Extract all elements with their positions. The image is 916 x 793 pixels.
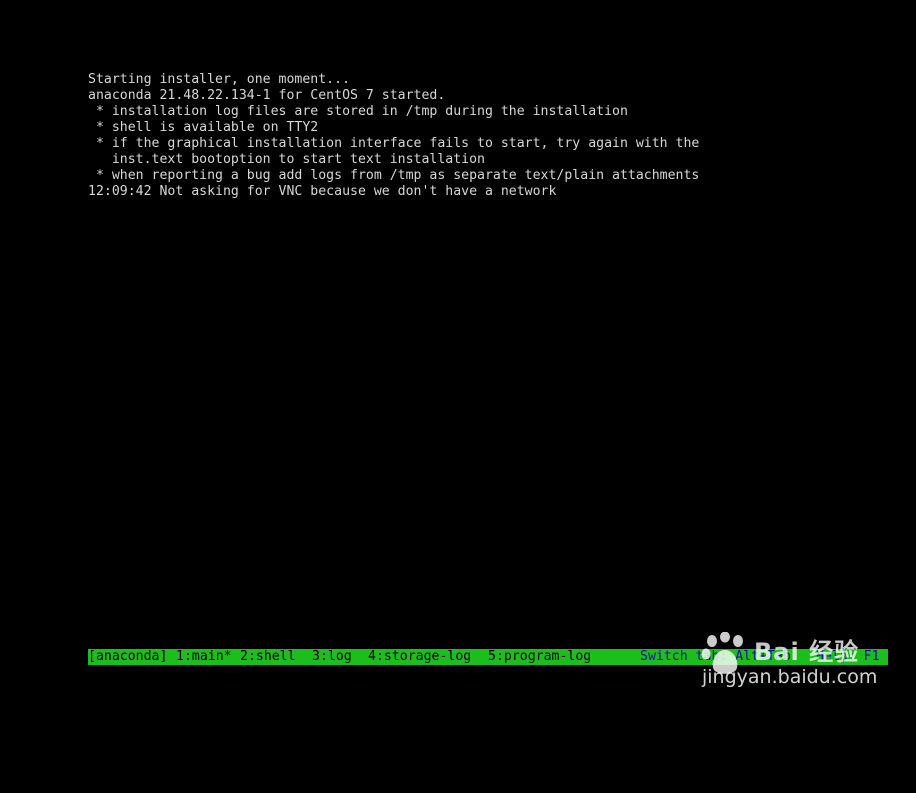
- tmux-window-main[interactable]: 1:main*: [176, 649, 232, 665]
- tmux-window-program-log[interactable]: 5:program-log: [488, 649, 591, 665]
- tmux-session-name: [anaconda]: [88, 649, 168, 664]
- console-line-bug-report: * when reporting a bug add logs from /tm…: [88, 168, 700, 183]
- console-line-graphical-fail: * if the graphical installation interfac…: [88, 136, 700, 151]
- tmux-window-log[interactable]: 3:log: [312, 649, 352, 665]
- console-output: Starting installer, one moment... anacon…: [88, 72, 888, 200]
- watermark-url: jingyan.baidu.com: [702, 666, 878, 688]
- console-line-text-bootoption: inst.text bootoption to start text insta…: [88, 152, 485, 167]
- tmux-window-shell[interactable]: 2:shell: [240, 649, 296, 665]
- console-line-shell-tty: * shell is available on TTY2: [88, 120, 319, 135]
- console-line-version: anaconda 21.48.22.134-1 for CentOS 7 sta…: [88, 88, 446, 103]
- baidu-jingyan-watermark: Bai 经验 jingyan.baidu.com: [700, 628, 880, 688]
- console-line-vnc: 12:09:42 Not asking for VNC because we d…: [88, 184, 557, 199]
- tmux-window-storage-log[interactable]: 4:storage-log: [368, 649, 471, 665]
- console-line-starting: Starting installer, one moment...: [88, 72, 351, 87]
- watermark-brand: Bai 经验: [754, 638, 860, 666]
- console-line-log-location: * installation log files are stored in /…: [88, 104, 628, 119]
